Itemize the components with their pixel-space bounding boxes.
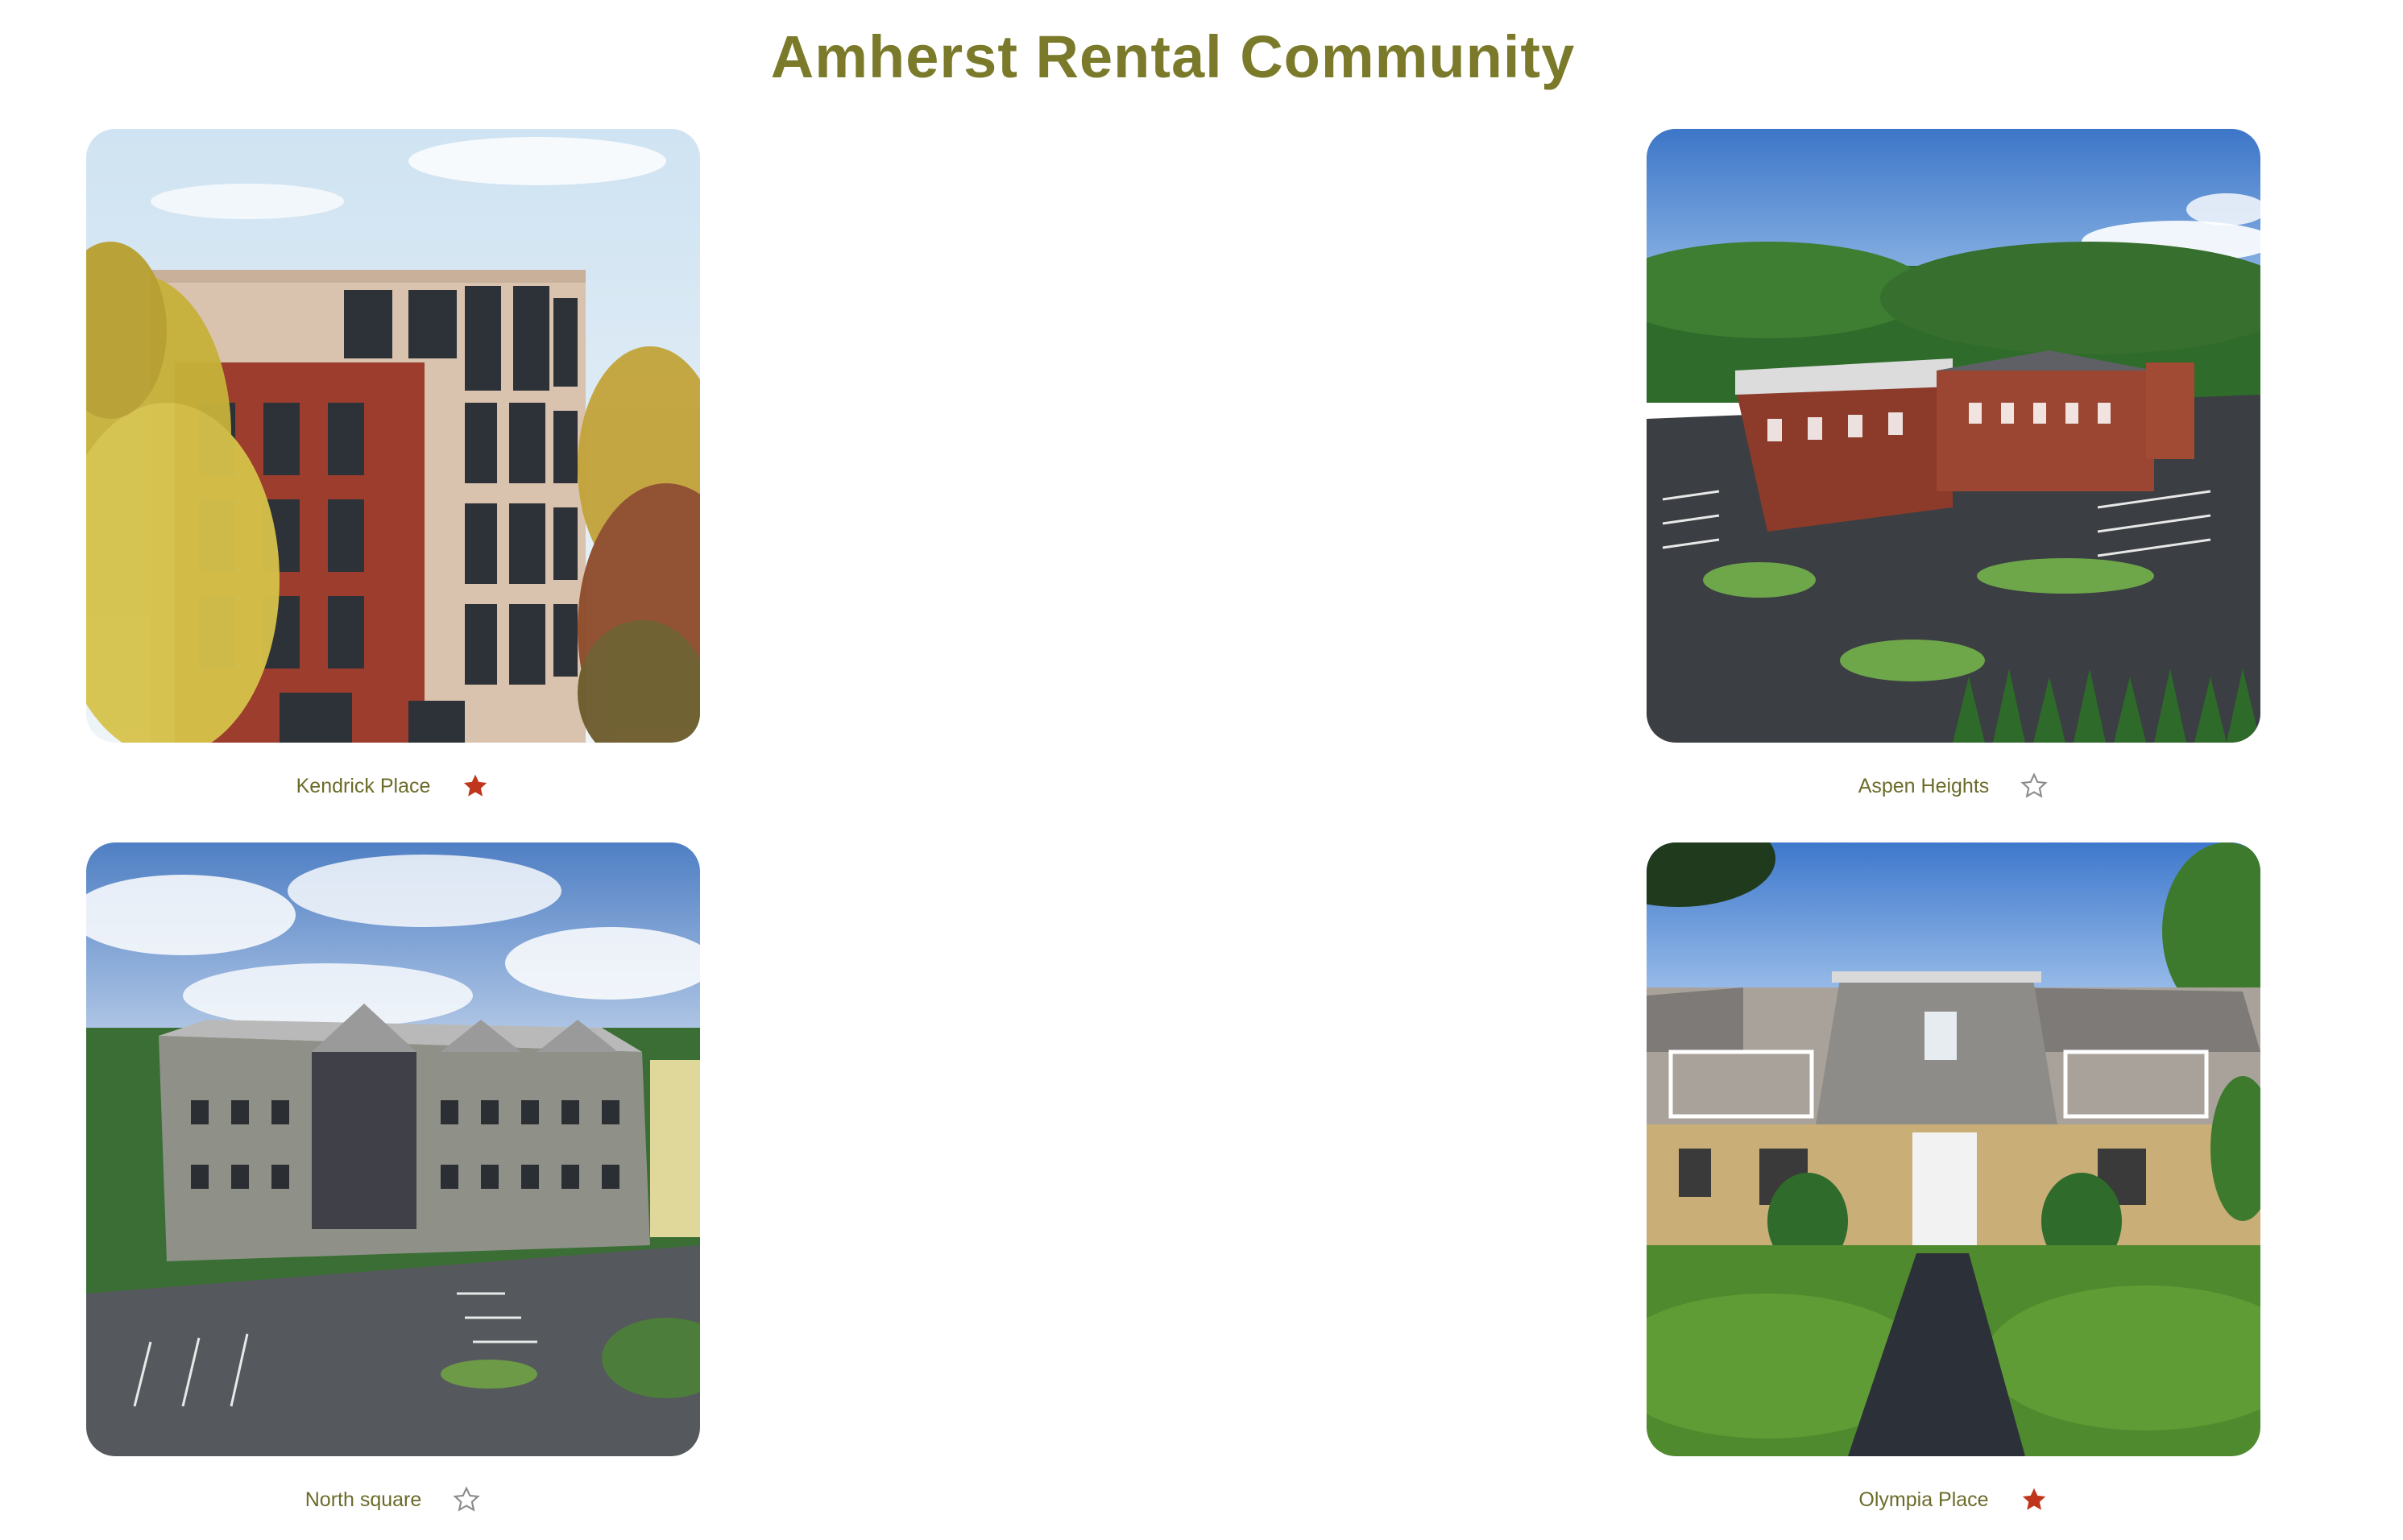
property-card-kendrick-place[interactable]: Kendrick Place	[86, 129, 700, 820]
property-card-olympia-place[interactable]: Olympia Place	[1647, 842, 2260, 1534]
star-filled-icon[interactable]	[461, 772, 490, 801]
property-name[interactable]: North square	[305, 1488, 422, 1512]
property-caption: North square	[86, 1466, 700, 1534]
property-name[interactable]: Olympia Place	[1858, 1488, 1988, 1512]
property-photo[interactable]	[1647, 842, 2260, 1456]
star-outline-icon[interactable]	[2020, 772, 2049, 801]
property-photo[interactable]	[86, 129, 700, 743]
property-caption: Olympia Place	[1647, 1466, 2260, 1534]
property-card-aspen-heights[interactable]: Aspen Heights	[1647, 129, 2260, 820]
property-photo[interactable]	[86, 842, 700, 1456]
property-name[interactable]: Kendrick Place	[296, 775, 431, 798]
property-caption: Aspen Heights	[1647, 752, 2260, 820]
page-title: Amherst Rental Community	[770, 23, 1576, 90]
star-outline-icon[interactable]	[452, 1485, 481, 1514]
property-card-north-square[interactable]: North square	[86, 842, 700, 1534]
property-caption: Kendrick Place	[86, 752, 700, 820]
property-name[interactable]: Aspen Heights	[1858, 775, 1990, 798]
property-photo[interactable]	[1647, 129, 2260, 743]
star-filled-icon[interactable]	[2020, 1485, 2049, 1514]
